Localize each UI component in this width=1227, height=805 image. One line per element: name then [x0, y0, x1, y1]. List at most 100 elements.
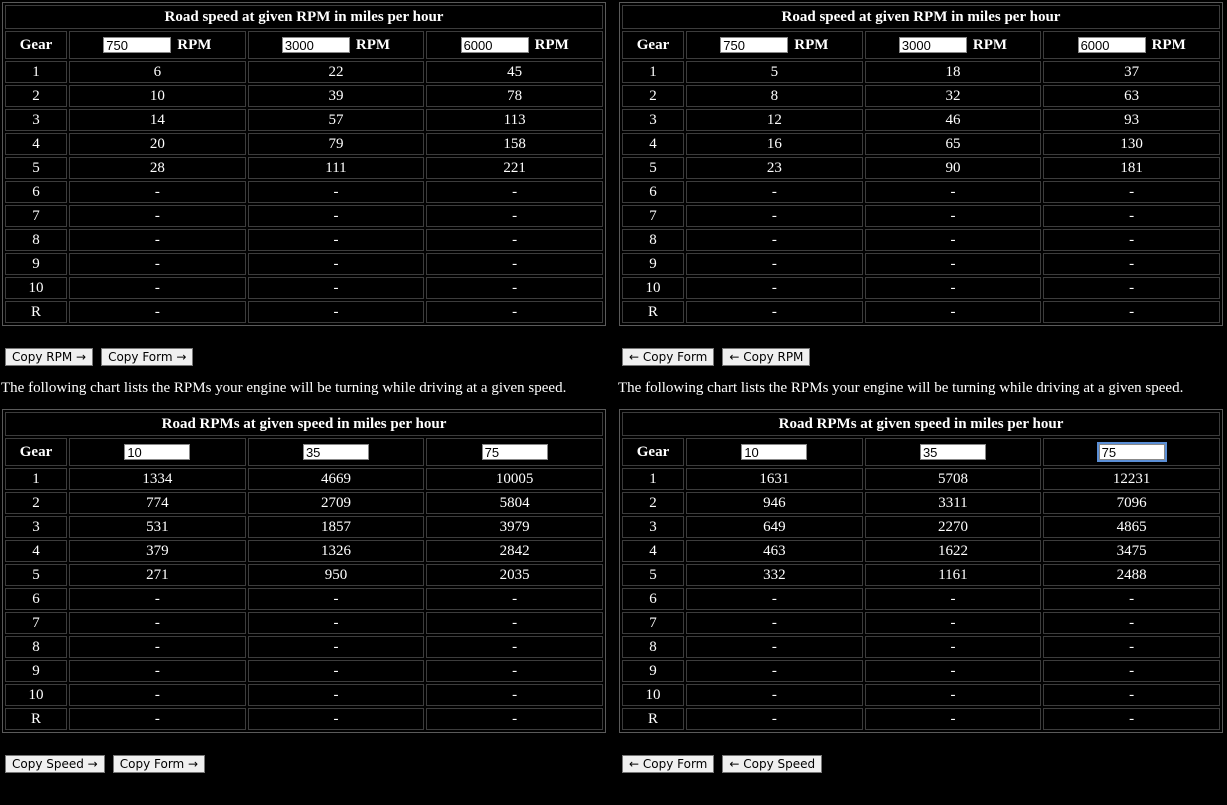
- value-cell: 221: [426, 157, 603, 179]
- gear-label: 3: [622, 516, 684, 538]
- rpm-input-2[interactable]: [898, 37, 967, 54]
- speed-column-1: [69, 438, 246, 466]
- value-cell: 65: [864, 133, 1042, 155]
- value-cell: -: [247, 181, 425, 203]
- speed-table-left-buttons: Copy RPM → Copy Form →: [5, 346, 606, 366]
- value-cell: 1622: [864, 540, 1042, 562]
- value-cell: 8: [686, 85, 863, 107]
- speed-input-3[interactable]: [1096, 442, 1167, 463]
- value-cell: -: [69, 181, 246, 203]
- value-cell: -: [426, 301, 603, 323]
- value-cell: -: [1043, 229, 1220, 251]
- value-cell: 3979: [426, 516, 603, 538]
- gear-label: 4: [5, 540, 67, 562]
- rpm-input-3[interactable]: [460, 37, 529, 54]
- table-row: 6---: [622, 588, 1220, 610]
- value-cell: -: [1043, 277, 1220, 299]
- gear-label: 6: [5, 588, 67, 610]
- gear-label: 6: [622, 181, 684, 203]
- value-cell: 649: [686, 516, 863, 538]
- value-cell: -: [247, 660, 425, 682]
- speed-input-2[interactable]: [302, 444, 369, 461]
- value-cell: 774: [69, 492, 246, 514]
- speed-input-1[interactable]: [124, 444, 191, 461]
- gear-label: 10: [622, 684, 684, 706]
- value-cell: 181: [1043, 157, 1220, 179]
- gear-label: 2: [622, 492, 684, 514]
- table-row: 3 12 46 93: [622, 109, 1220, 131]
- gear-label: R: [5, 301, 67, 323]
- value-cell: 46: [864, 109, 1042, 131]
- gear-label: 5: [5, 157, 67, 179]
- gear-label: R: [622, 708, 684, 730]
- copy-form-left-button[interactable]: ← Copy Form: [622, 348, 715, 366]
- copy-form-left-button[interactable]: ← Copy Form: [622, 755, 715, 773]
- gear-label: 8: [622, 636, 684, 658]
- value-cell: 3475: [1043, 540, 1220, 562]
- table-row: R---: [622, 708, 1220, 730]
- rpm-column-1: RPM: [69, 31, 246, 59]
- rpm-input-1[interactable]: [720, 37, 789, 54]
- value-cell: -: [247, 612, 425, 634]
- value-cell: 950: [247, 564, 425, 586]
- value-cell: -: [426, 612, 603, 634]
- table-row: 8---: [5, 636, 603, 658]
- rpm-table-title: Road RPMs at given speed in miles per ho…: [5, 412, 603, 436]
- value-cell: -: [69, 684, 246, 706]
- table-row: 6---: [622, 181, 1220, 203]
- gear-label: R: [5, 708, 67, 730]
- rpm-unit-label: RPM: [1151, 36, 1186, 53]
- rpm-table-left-buttons: Copy Speed → Copy Form →: [5, 753, 606, 773]
- value-cell: -: [686, 708, 863, 730]
- value-cell: -: [69, 612, 246, 634]
- table-row: 2 774 2709 5804: [5, 492, 603, 514]
- value-cell: 10005: [426, 468, 603, 490]
- speed-input-1[interactable]: [741, 444, 808, 461]
- value-cell: -: [247, 229, 425, 251]
- value-cell: -: [426, 588, 603, 610]
- rpm-input-1[interactable]: [103, 37, 172, 54]
- speed-column-3: [426, 438, 603, 466]
- value-cell: -: [426, 205, 603, 227]
- table-row: 2 946 3311 7096: [622, 492, 1220, 514]
- table-row: 10- - -: [622, 684, 1220, 706]
- value-cell: -: [686, 636, 863, 658]
- table-row: 9---: [622, 660, 1220, 682]
- table-row: 3 14 57 113: [5, 109, 603, 131]
- speed-table-right: Road speed at given RPM in miles per hou…: [619, 2, 1223, 326]
- copy-form-right-button[interactable]: Copy Form →: [112, 755, 206, 773]
- copy-speed-right-button[interactable]: Copy Speed →: [5, 755, 105, 773]
- table-row: 5 271 950 2035: [5, 564, 603, 586]
- value-cell: -: [247, 253, 425, 275]
- speed-input-2[interactable]: [919, 444, 986, 461]
- copy-rpm-right-button[interactable]: Copy RPM →: [5, 348, 94, 366]
- value-cell: -: [426, 229, 603, 251]
- value-cell: -: [1043, 708, 1220, 730]
- table-row: 9---: [5, 253, 603, 275]
- description-text: The following chart lists the RPMs your …: [618, 380, 1184, 396]
- value-cell: -: [247, 708, 425, 730]
- value-cell: 2709: [247, 492, 425, 514]
- rpm-table-right-buttons: ← Copy Form ← Copy Speed: [622, 753, 1223, 773]
- value-cell: 79: [247, 133, 425, 155]
- value-cell: -: [864, 636, 1042, 658]
- value-cell: -: [1043, 253, 1220, 275]
- gear-label: 10: [622, 277, 684, 299]
- copy-rpm-left-button[interactable]: ← Copy RPM: [722, 348, 811, 366]
- rpm-input-2[interactable]: [281, 37, 350, 54]
- value-cell: 946: [686, 492, 863, 514]
- value-cell: 2270: [864, 516, 1042, 538]
- rpm-input-3[interactable]: [1077, 37, 1146, 54]
- value-cell: -: [686, 684, 863, 706]
- speed-table-title: Road speed at given RPM in miles per hou…: [622, 5, 1220, 29]
- value-cell: -: [864, 684, 1042, 706]
- gear-label: 2: [622, 85, 684, 107]
- gear-label: 3: [5, 516, 67, 538]
- value-cell: -: [426, 181, 603, 203]
- copy-form-right-button[interactable]: Copy Form →: [101, 348, 194, 366]
- speed-input-3[interactable]: [481, 444, 548, 461]
- copy-speed-left-button[interactable]: ← Copy Speed: [722, 755, 823, 773]
- value-cell: -: [69, 588, 246, 610]
- value-cell: 22: [247, 61, 425, 83]
- value-cell: -: [247, 588, 425, 610]
